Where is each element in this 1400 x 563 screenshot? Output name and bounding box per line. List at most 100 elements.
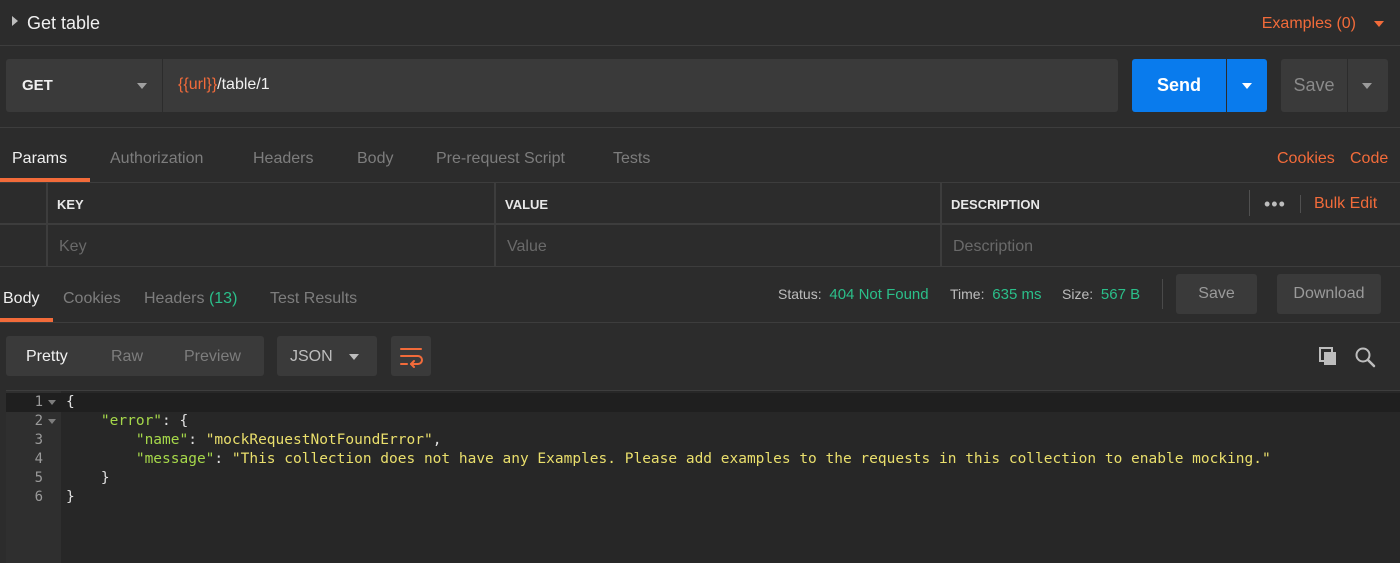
format-select[interactable]: JSON (277, 336, 377, 376)
column-header-key: KEY (46, 183, 496, 225)
time-info[interactable]: Time: 635 ms (950, 286, 1041, 303)
divider (1162, 279, 1163, 309)
key-header-label: KEY (57, 197, 84, 212)
line-text: "message": "This collection does not hav… (66, 450, 1271, 469)
method-label: GET (22, 77, 53, 94)
tab-test-results[interactable]: Test Results (270, 290, 357, 308)
bulk-edit-link[interactable]: Bulk Edit (1314, 195, 1377, 213)
fold-arrow-icon[interactable] (48, 400, 56, 405)
url-input[interactable]: {{url}}/table/1 (163, 59, 1118, 112)
code-line: 5 } (6, 469, 1400, 488)
json-punct: : (214, 451, 232, 467)
key-input[interactable]: Key (46, 225, 496, 267)
url-variable: {{url}} (178, 76, 218, 93)
copy-icon[interactable] (1318, 346, 1338, 366)
tab-params[interactable]: Params (12, 150, 67, 168)
wrap-lines-button[interactable] (391, 336, 431, 376)
cookies-link[interactable]: Cookies (1277, 150, 1335, 168)
wrap-lines-icon (400, 348, 423, 368)
save-options-button[interactable] (1348, 59, 1388, 112)
status-info[interactable]: Status: 404 Not Found (778, 286, 929, 303)
json-key: "message" (135, 451, 215, 467)
code-line: 6 } (6, 488, 1400, 507)
line-text: { (66, 394, 75, 410)
request-tabs: Params Authorization Headers Body Pre-re… (0, 128, 1400, 183)
mode-raw[interactable]: Raw (111, 348, 143, 366)
code-line: 2 "error": { (6, 412, 1400, 431)
save-response-button[interactable]: Save (1176, 274, 1257, 314)
headers-count-badge: (13) (208, 290, 238, 307)
fold-arrow-icon[interactable] (48, 419, 56, 424)
response-tabs: Body Cookies Headers (13) Test Results S… (0, 267, 1400, 323)
mode-pretty[interactable]: Pretty (26, 348, 68, 366)
line-text: } (66, 469, 110, 488)
json-key: "name" (135, 432, 189, 448)
status-label: Status: (778, 286, 822, 302)
expand-caret-icon[interactable] (12, 16, 18, 26)
line-number: 2 (34, 413, 43, 429)
tab-response-headers[interactable]: Headers (13) (144, 290, 237, 308)
size-info[interactable]: Size: 567 B (1062, 286, 1140, 303)
chevron-down-icon (349, 354, 359, 360)
url-path: /table/1 (217, 76, 270, 93)
tab-authorization[interactable]: Authorization (110, 150, 203, 168)
request-bar: GET {{url}}/table/1 Send Save (0, 46, 1400, 128)
format-label: JSON (290, 348, 333, 365)
description-placeholder: Description (953, 238, 1034, 255)
divider (1300, 195, 1301, 213)
download-button[interactable]: Download (1277, 274, 1381, 314)
chevron-down-icon (1242, 83, 1252, 89)
active-tab-indicator (0, 178, 90, 182)
chevron-down-icon (137, 83, 147, 89)
json-punct: : { (162, 413, 189, 429)
send-button[interactable]: Send (1132, 59, 1226, 112)
tab-pre-request-script[interactable]: Pre-request Script (436, 150, 565, 168)
description-input[interactable]: Description (940, 225, 1400, 267)
size-label: Size: (1062, 286, 1094, 302)
value-placeholder: Value (507, 238, 547, 255)
status-value: 404 Not Found (829, 286, 929, 303)
line-number: 5 (34, 470, 43, 486)
line-text: } (66, 489, 75, 505)
line-number: 1 (34, 394, 43, 410)
tab-response-cookies[interactable]: Cookies (63, 290, 121, 308)
code-line: 3 "name": "mockRequestNotFoundError", (6, 431, 1400, 450)
json-punct: : (188, 432, 206, 448)
request-name[interactable]: Get table (27, 13, 100, 34)
method-select[interactable]: GET (6, 59, 162, 112)
tab-response-body[interactable]: Body (3, 290, 39, 308)
response-body-toolbar: Pretty Raw Preview JSON (0, 323, 1400, 390)
active-tab-indicator (0, 318, 53, 322)
line-number: 3 (34, 432, 43, 448)
more-options-icon[interactable]: ••• (1264, 194, 1286, 215)
line-number: 4 (34, 451, 43, 467)
line-number: 6 (34, 489, 43, 505)
params-table: KEY VALUE DESCRIPTION ••• Bulk Edit Key … (0, 183, 1400, 267)
value-input[interactable]: Value (494, 225, 942, 267)
json-punct: } (100, 470, 110, 486)
tab-body[interactable]: Body (357, 150, 393, 168)
examples-chevron-down-icon[interactable] (1374, 21, 1384, 27)
code-link[interactable]: Code (1350, 150, 1388, 168)
response-body-editor[interactable]: 1 { 2 "error": { 3 "name": "mockRequestN… (6, 390, 1400, 563)
code-line: 4 "message": "This collection does not h… (6, 450, 1400, 469)
tab-headers[interactable]: Headers (253, 150, 313, 168)
time-value: 635 ms (992, 286, 1042, 303)
json-punct: , (432, 432, 442, 448)
save-request-button[interactable]: Save (1281, 59, 1347, 112)
examples-dropdown[interactable]: Examples (0) (1262, 15, 1356, 33)
line-text: "name": "mockRequestNotFoundError", (66, 431, 442, 450)
value-header-label: VALUE (505, 197, 549, 212)
view-mode-toggle: Pretty Raw Preview (6, 336, 264, 376)
mode-preview[interactable]: Preview (184, 348, 241, 366)
code-line: 1 { (6, 393, 1400, 412)
json-string: "This collection does not have any Examp… (231, 451, 1271, 467)
search-icon[interactable] (1354, 346, 1376, 368)
chevron-down-icon (1362, 83, 1372, 89)
request-title-bar: Get table Examples (0) (0, 0, 1400, 46)
divider (1249, 190, 1250, 216)
description-header-label: DESCRIPTION (951, 197, 1040, 212)
send-options-button[interactable] (1227, 59, 1267, 112)
tab-tests[interactable]: Tests (613, 150, 650, 168)
json-key: "error" (100, 413, 163, 429)
